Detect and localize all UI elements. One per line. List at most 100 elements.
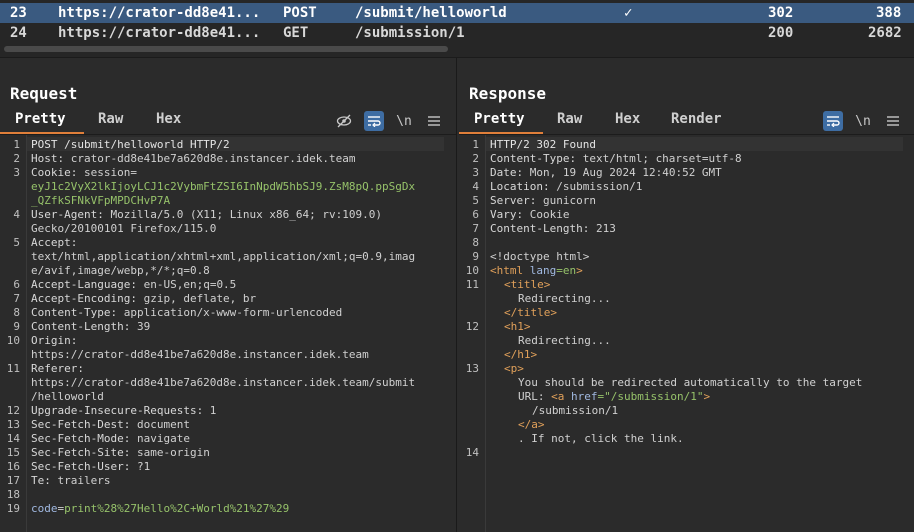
- response-header-line: Content-Type: text/html; charset=utf-8: [490, 152, 742, 165]
- line-number: 3: [472, 166, 479, 179]
- header-key: Location:: [490, 180, 550, 193]
- line-number: 6: [13, 278, 20, 291]
- row-status: 200: [768, 25, 794, 41]
- header-value: text/html; charset=utf-8: [576, 152, 742, 165]
- line-number: 14: [465, 446, 479, 459]
- tab-pretty[interactable]: Pretty: [15, 111, 66, 127]
- tab-render[interactable]: Render: [671, 111, 722, 127]
- request-header-line: Upgrade-Insecure-Requests: 1: [31, 404, 216, 417]
- header-value: ?1: [130, 460, 151, 473]
- tab-hex[interactable]: Hex: [156, 111, 181, 127]
- response-tabs: Pretty Raw Hex Render \n: [459, 109, 914, 134]
- header-key: Server:: [490, 194, 537, 207]
- row-host: https://crator-dd8e41...: [58, 5, 261, 21]
- response-pane: Response Pretty Raw Hex Render \n 1 2 3 …: [459, 58, 914, 532]
- line-number: 7: [472, 222, 479, 235]
- line-number: 18: [6, 488, 20, 501]
- line-number: 10: [6, 334, 20, 347]
- request-header-line: Host: crator-dd8e41be7a620d8e.instancer.…: [31, 152, 356, 165]
- newline-toggle[interactable]: \n: [394, 111, 414, 131]
- request-header-line: Sec-Fetch-User: ?1: [31, 460, 150, 473]
- line-number: 11: [6, 362, 20, 375]
- header-value: same-origin: [130, 446, 210, 459]
- html-tag-line: <html lang=en>: [490, 264, 583, 277]
- history-row[interactable]: 23 https://crator-dd8e41... POST /submit…: [0, 3, 914, 23]
- request-header-line: Cookie: session=: [31, 166, 137, 179]
- line-number: 7: [13, 292, 20, 305]
- response-editor[interactable]: 1 2 3 4 5 6 7 8 9 10 11 12 13 14 HTTP/2 …: [459, 135, 914, 532]
- response-header-line: Vary: Cookie: [490, 208, 569, 221]
- request-header-line: Sec-Fetch-Mode: navigate: [31, 432, 190, 445]
- p-text: . If not, click the link.: [518, 432, 684, 445]
- line-number: 19: [6, 502, 20, 515]
- wrap-lines-icon[interactable]: [823, 111, 843, 131]
- line-number: 3: [13, 166, 20, 179]
- header-key: Accept-Encoding:: [31, 292, 137, 305]
- proxy-history-table: 23 https://crator-dd8e41... POST /submit…: [0, 0, 914, 58]
- horizontal-scrollbar[interactable]: [4, 46, 448, 52]
- request-header-line: Te: trailers: [31, 474, 110, 487]
- menu-icon[interactable]: [424, 111, 444, 131]
- line-number: 9: [472, 250, 479, 263]
- tab-pretty[interactable]: Pretty: [474, 111, 525, 127]
- anchor-text: /submission/1: [532, 404, 619, 417]
- header-key: Accept:: [31, 236, 78, 249]
- request-tabs: Pretty Raw Hex \n: [0, 109, 456, 134]
- header-value: https://crator-dd8e41be7a620d8e.instance…: [31, 376, 416, 389]
- attr-name: lang: [529, 264, 557, 277]
- row-path: /submit/helloworld: [355, 5, 507, 21]
- header-value: text/html,application/xhtml+xml,applicat…: [31, 250, 416, 263]
- row-number: 23: [10, 5, 27, 21]
- tab-raw[interactable]: Raw: [557, 111, 582, 127]
- request-header-line: Accept-Encoding: gzip, deflate, br: [31, 292, 256, 305]
- request-body-line: code=print%28%27Hello%2C+World%21%27%29: [31, 502, 289, 515]
- header-value: e/avif,image/webp,*/*;q=0.8: [31, 264, 210, 277]
- h1-open-tag: <h1>: [504, 320, 531, 333]
- header-key: Sec-Fetch-User:: [31, 460, 131, 473]
- wrap-lines-icon[interactable]: [364, 111, 384, 131]
- tag-open: <a: [551, 390, 571, 403]
- line-number: 12: [6, 404, 20, 417]
- request-line: POST /submit/helloworld HTTP/2: [31, 138, 230, 151]
- menu-icon[interactable]: [883, 111, 903, 131]
- request-title: Request: [10, 84, 78, 103]
- edited-check-icon: ✓: [624, 5, 633, 21]
- tag-open: <html: [490, 264, 530, 277]
- status-line: HTTP/2 302 Found: [490, 138, 596, 151]
- h1-text: Redirecting...: [518, 334, 611, 347]
- p-text: URL:: [518, 390, 552, 403]
- line-number: 16: [6, 460, 20, 473]
- line-number: 17: [6, 474, 20, 487]
- header-key: Content-Length:: [490, 222, 590, 235]
- tab-hex[interactable]: Hex: [615, 111, 640, 127]
- tag-close: >: [703, 390, 711, 403]
- tag-close: >: [576, 264, 583, 277]
- title-close-tag: </title>: [504, 306, 557, 319]
- line-number: 11: [465, 278, 479, 291]
- header-value: trailers: [50, 474, 111, 487]
- request-header-line: User-Agent: Mozilla/5.0 (X11; Linux x86_…: [31, 208, 382, 221]
- line-number: 2: [13, 152, 20, 165]
- request-editor[interactable]: 1 2 3 4 5 6 7 8 9 10 11 12 13 14 15 16 1…: [0, 135, 456, 532]
- header-value: gzip, deflate, br: [136, 292, 257, 305]
- row-path: /submission/1: [355, 25, 465, 41]
- tab-raw[interactable]: Raw: [98, 111, 123, 127]
- header-key: Content-Type:: [31, 306, 118, 319]
- hide-nonprintable-icon[interactable]: [334, 111, 354, 131]
- header-value: /helloworld: [31, 390, 104, 403]
- anchor-line: URL: <a href="/submission/1">: [518, 390, 710, 403]
- row-host: https://crator-dd8e41...: [58, 25, 261, 41]
- line-number: 13: [465, 362, 479, 375]
- header-value: /submission/1: [549, 180, 643, 193]
- header-value: Mozilla/5.0 (X11; Linux x86_64; rv:109.0…: [103, 208, 383, 221]
- param-value: print%28%27Hello%2C+World%21%27%29: [64, 502, 290, 515]
- row-length: 388: [876, 5, 902, 21]
- history-row[interactable]: 24 https://crator-dd8e41... GET /submiss…: [0, 23, 914, 43]
- header-key: Te:: [31, 474, 51, 487]
- line-number: 6: [472, 208, 479, 221]
- header-value: document: [130, 418, 190, 431]
- request-pane: Request Pretty Raw Hex \n 1 2 3 4 5 6 7 …: [0, 58, 457, 532]
- newline-toggle[interactable]: \n: [853, 111, 873, 131]
- line-number: 13: [6, 418, 20, 431]
- header-value: Gecko/20100101 Firefox/115.0: [31, 222, 217, 235]
